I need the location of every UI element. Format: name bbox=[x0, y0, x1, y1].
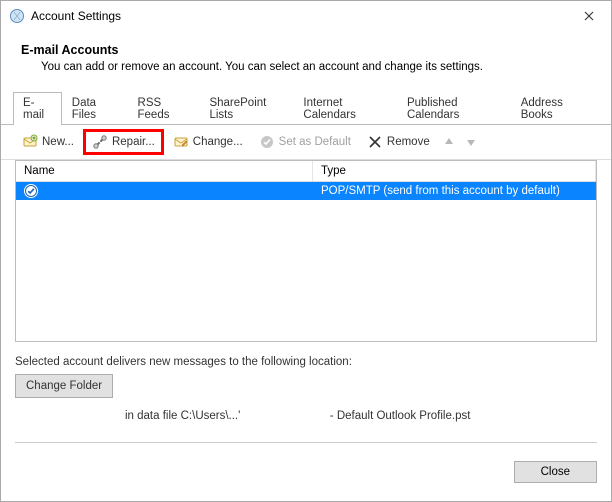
tab-label: Internet Calendars bbox=[303, 97, 355, 121]
move-down-button bbox=[461, 134, 481, 150]
set-default-label: Set as Default bbox=[279, 136, 351, 148]
delivery-description: Selected account delivers new messages t… bbox=[15, 356, 597, 368]
tab-label: E-mail bbox=[23, 97, 44, 121]
header: E-mail Accounts You can add or remove an… bbox=[1, 31, 611, 91]
change-label: Change... bbox=[193, 136, 243, 148]
new-icon bbox=[22, 134, 38, 150]
set-default-button: Set as Default bbox=[252, 130, 358, 154]
arrow-up-icon bbox=[443, 136, 455, 148]
tab-sharepoint-lists[interactable]: SharePoint Lists bbox=[199, 92, 293, 125]
close-icon bbox=[584, 11, 594, 21]
location-prefix: in data file C:\Users\...' bbox=[125, 410, 240, 422]
tab-label: Published Calendars bbox=[407, 97, 459, 121]
toolbar: New... Repair... Change... bbox=[1, 125, 611, 160]
repair-button[interactable]: Repair... bbox=[83, 129, 164, 155]
table-row[interactable]: POP/SMTP (send from this account by defa… bbox=[16, 182, 596, 200]
default-check-icon bbox=[24, 184, 38, 198]
tab-address-books[interactable]: Address Books bbox=[511, 92, 599, 125]
dialog-button-row: Close bbox=[1, 451, 611, 493]
location-line: in data file C:\Users\...' - Default Out… bbox=[15, 410, 597, 422]
title-bar: Account Settings bbox=[1, 1, 611, 31]
change-button[interactable]: Change... bbox=[166, 130, 250, 154]
move-up-button bbox=[439, 134, 459, 150]
column-name[interactable]: Name bbox=[16, 161, 313, 181]
new-label: New... bbox=[42, 136, 74, 148]
tab-published-calendars[interactable]: Published Calendars bbox=[397, 92, 511, 125]
tab-label: SharePoint Lists bbox=[209, 97, 266, 121]
change-icon bbox=[173, 134, 189, 150]
header-title: E-mail Accounts bbox=[21, 43, 591, 57]
row-type-cell: POP/SMTP (send from this account by defa… bbox=[313, 182, 596, 200]
location-suffix: - Default Outlook Profile.pst bbox=[330, 410, 471, 422]
new-button[interactable]: New... bbox=[15, 130, 81, 154]
change-folder-button[interactable]: Change Folder bbox=[15, 374, 113, 398]
divider bbox=[15, 442, 597, 443]
tab-rss-feeds[interactable]: RSS Feeds bbox=[128, 92, 200, 125]
column-type[interactable]: Type bbox=[313, 161, 596, 181]
remove-button[interactable]: Remove bbox=[360, 130, 437, 154]
accounts-list: Name Type POP/SMTP (send from this accou… bbox=[15, 160, 597, 342]
close-button[interactable]: Close bbox=[514, 461, 597, 483]
tab-internet-calendars[interactable]: Internet Calendars bbox=[293, 92, 397, 125]
tab-label: Address Books bbox=[521, 97, 563, 121]
tab-label: RSS Feeds bbox=[138, 97, 170, 121]
header-description: You can add or remove an account. You ca… bbox=[41, 61, 591, 73]
window-close-button[interactable] bbox=[567, 1, 611, 31]
repair-icon bbox=[92, 134, 108, 150]
tab-strip: E-mail Data Files RSS Feeds SharePoint L… bbox=[1, 91, 611, 125]
window-title: Account Settings bbox=[31, 9, 567, 23]
row-type-text: POP/SMTP (send from this account by defa… bbox=[321, 185, 560, 197]
check-circle-icon bbox=[259, 134, 275, 150]
tab-email[interactable]: E-mail bbox=[13, 92, 62, 125]
list-header: Name Type bbox=[16, 161, 596, 182]
remove-label: Remove bbox=[387, 136, 430, 148]
footer: Selected account delivers new messages t… bbox=[1, 352, 611, 451]
tab-label: Data Files bbox=[72, 97, 96, 121]
row-name-cell bbox=[16, 182, 313, 200]
remove-icon bbox=[367, 134, 383, 150]
repair-label: Repair... bbox=[112, 136, 155, 148]
app-icon bbox=[9, 8, 25, 24]
tab-data-files[interactable]: Data Files bbox=[62, 92, 128, 125]
arrow-down-icon bbox=[465, 136, 477, 148]
